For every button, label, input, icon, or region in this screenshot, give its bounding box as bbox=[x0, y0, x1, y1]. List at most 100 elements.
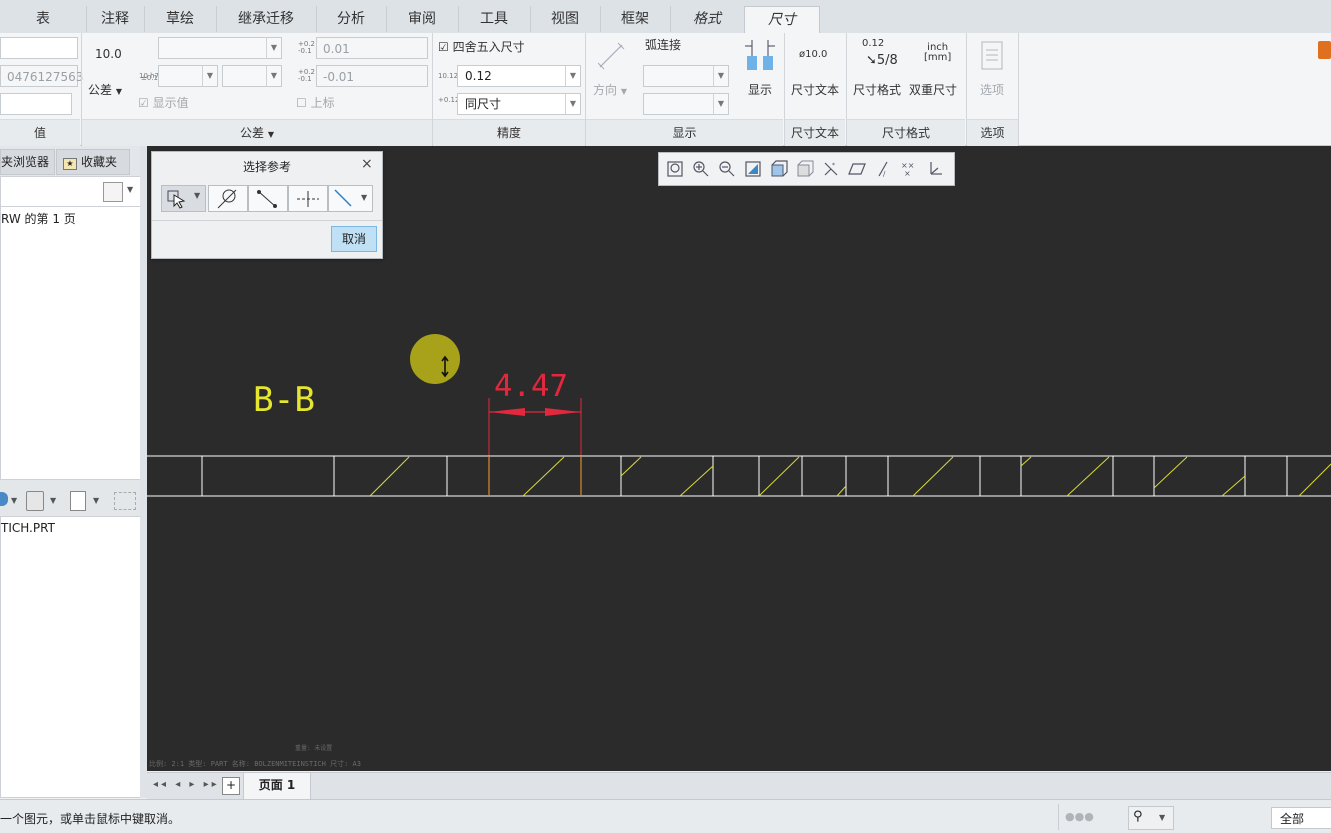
section-label: B-B bbox=[253, 380, 315, 420]
nominal-value: 10.0 bbox=[95, 47, 122, 61]
group-label-tolerance[interactable]: 公差 ▼ bbox=[82, 119, 432, 146]
direction-button[interactable]: 方向 ▼ bbox=[593, 81, 627, 98]
display-style-icon[interactable] bbox=[770, 160, 788, 178]
value-field[interactable] bbox=[0, 37, 78, 59]
page-tab-1[interactable]: 页面 1 bbox=[243, 773, 311, 800]
page-navigation-icons[interactable]: ◂◂ ◂ ▸ ▸▸ bbox=[153, 779, 220, 790]
zoom-out-icon[interactable] bbox=[718, 160, 736, 178]
upper-tolerance-field[interactable]: 0.01 bbox=[316, 37, 428, 59]
value-field-2[interactable]: 0476127563 bbox=[0, 65, 83, 87]
tab-label: 继承迁移 bbox=[238, 11, 294, 27]
arc-dropdown-2[interactable]: ▼ bbox=[643, 93, 729, 115]
decimal-places-dropdown[interactable]: 0.12 ▼ bbox=[457, 65, 581, 87]
tab-frame[interactable]: 框架 bbox=[600, 6, 671, 32]
tab-annotate[interactable]: 注释 bbox=[86, 6, 145, 32]
tab-label: 审阅 bbox=[408, 11, 436, 27]
cancel-button[interactable]: 取消 bbox=[331, 226, 377, 252]
tolerance-button[interactable]: 公差 ▼ bbox=[88, 81, 122, 98]
close-icon[interactable]: × bbox=[361, 156, 373, 172]
tolerance-table-dropdown[interactable]: ▼ bbox=[158, 37, 282, 59]
star-folder-icon: ★ bbox=[63, 158, 77, 170]
fit-dropdown-1[interactable]: ▼ bbox=[158, 65, 218, 87]
show-button[interactable]: 显示 bbox=[748, 81, 772, 98]
model-item[interactable]: TICH.PRT bbox=[1, 521, 55, 535]
tab-label: 格式 bbox=[693, 11, 721, 27]
tree-item[interactable]: RW 的第 1 页 bbox=[1, 210, 76, 227]
refit-icon[interactable] bbox=[666, 160, 684, 178]
select-entity-button[interactable]: ▼ bbox=[161, 185, 206, 212]
tab-review[interactable]: 审阅 bbox=[386, 6, 459, 32]
point-display-icon[interactable]: ××× bbox=[900, 160, 918, 178]
document-icon[interactable] bbox=[70, 491, 86, 511]
list-view-icon[interactable] bbox=[103, 182, 123, 202]
dual-dimension-button[interactable]: 双重尺寸 bbox=[909, 81, 957, 98]
value-field-3[interactable] bbox=[0, 93, 72, 115]
tab-view[interactable]: 视图 bbox=[530, 6, 601, 32]
dimension-text-button[interactable]: 尺寸文本 bbox=[791, 81, 839, 98]
svg-text:×: × bbox=[904, 169, 911, 178]
saved-orientation-icon[interactable] bbox=[796, 160, 814, 178]
status-indicator: ●●● bbox=[1058, 804, 1125, 830]
direction-icon bbox=[597, 42, 625, 70]
superscript-checkbox[interactable]: ☐ 上标 bbox=[296, 94, 335, 111]
plane-display-icon[interactable] bbox=[848, 160, 866, 178]
panel-splitter[interactable] bbox=[140, 146, 147, 798]
chevron-down-icon[interactable]: ▼ bbox=[361, 193, 367, 202]
settings-icon[interactable] bbox=[0, 492, 8, 506]
dimension-value[interactable]: 4.47 bbox=[494, 369, 568, 404]
ribbon: 0476127563 值 10.0 公差 ▼ ±0.1 ▼ 10 h7 ▼ ▼ … bbox=[0, 33, 1331, 146]
dimension-format-button[interactable]: 尺寸格式 bbox=[853, 81, 901, 98]
selection-filter-dropdown[interactable]: 全部 bbox=[1271, 807, 1331, 829]
tab-label: 工具 bbox=[480, 11, 508, 27]
tab-format[interactable]: 格式 bbox=[670, 6, 745, 32]
csys-display-icon[interactable] bbox=[926, 160, 944, 178]
axis-display-icon[interactable]: / bbox=[874, 160, 892, 178]
lower-tolerance-field[interactable]: -0.01 bbox=[316, 65, 428, 87]
repaint-icon[interactable] bbox=[744, 160, 762, 178]
tab-folder-browser[interactable]: 夹浏览器 bbox=[0, 149, 55, 175]
select-tangent-button[interactable]: ▼ bbox=[328, 185, 373, 212]
group-label-dimension-text: 尺寸文本 bbox=[785, 119, 845, 146]
tab-legacy-migration[interactable]: 继承迁移 bbox=[216, 6, 317, 32]
tab-table[interactable]: 表 bbox=[0, 6, 87, 32]
section-hatching bbox=[369, 456, 1331, 497]
tolerance-decimal-dropdown[interactable]: 同尺寸 ▼ bbox=[457, 93, 581, 115]
chevron-down-icon[interactable]: ▼ bbox=[127, 185, 133, 194]
hatch-line bbox=[836, 485, 847, 497]
chevron-down-icon[interactable]: ▼ bbox=[11, 496, 17, 505]
add-page-label: + bbox=[225, 778, 237, 792]
chevron-down-icon: ▼ bbox=[202, 66, 217, 86]
show-value-checkbox[interactable]: ☑ 显示值 bbox=[138, 94, 189, 111]
select-line-button[interactable] bbox=[248, 185, 288, 212]
round-dimension-checkbox[interactable]: ☑ 四舍五入尺寸 bbox=[438, 38, 525, 55]
tools-icon[interactable] bbox=[26, 491, 44, 511]
select-arrow-icon bbox=[167, 190, 186, 209]
tab-favorites[interactable]: ★ 收藏夹 bbox=[56, 149, 130, 175]
filter-icon[interactable] bbox=[114, 492, 136, 510]
select-midpoint-button[interactable] bbox=[288, 185, 328, 212]
tab-dimension[interactable]: 尺寸 bbox=[744, 6, 820, 34]
tab-analysis[interactable]: 分析 bbox=[316, 6, 387, 32]
options-button[interactable]: 选项 bbox=[980, 81, 1004, 98]
fit-dropdown-2[interactable]: ▼ bbox=[222, 65, 282, 87]
select-arc-button[interactable] bbox=[208, 185, 248, 212]
chevron-down-icon[interactable]: ▼ bbox=[50, 496, 56, 505]
app-badge-icon[interactable] bbox=[1318, 41, 1331, 59]
zoom-in-icon[interactable] bbox=[692, 160, 710, 178]
chevron-down-icon: ▼ bbox=[266, 66, 281, 86]
title-block-top: 重量: 未设置 bbox=[295, 744, 332, 752]
loading-dots-icon: ●●● bbox=[1065, 810, 1094, 823]
datum-display-icon[interactable]: * bbox=[822, 160, 840, 178]
chevron-down-icon[interactable]: ▼ bbox=[93, 496, 99, 505]
hatch-line bbox=[1066, 456, 1110, 497]
add-page-button[interactable]: + bbox=[222, 777, 240, 795]
arc-dropdown-1[interactable]: ▼ bbox=[643, 65, 729, 87]
chevron-down-icon[interactable]: ▼ bbox=[194, 191, 200, 200]
tab-label: 框架 bbox=[621, 11, 649, 27]
find-button[interactable]: ⚲ ▼ bbox=[1128, 806, 1174, 830]
group-label-display: 显示 bbox=[586, 119, 783, 146]
hatch-line bbox=[620, 456, 642, 477]
chevron-down-icon: ▼ bbox=[565, 94, 580, 114]
tab-sketch[interactable]: 草绘 bbox=[144, 6, 217, 32]
tab-tools[interactable]: 工具 bbox=[458, 6, 531, 32]
